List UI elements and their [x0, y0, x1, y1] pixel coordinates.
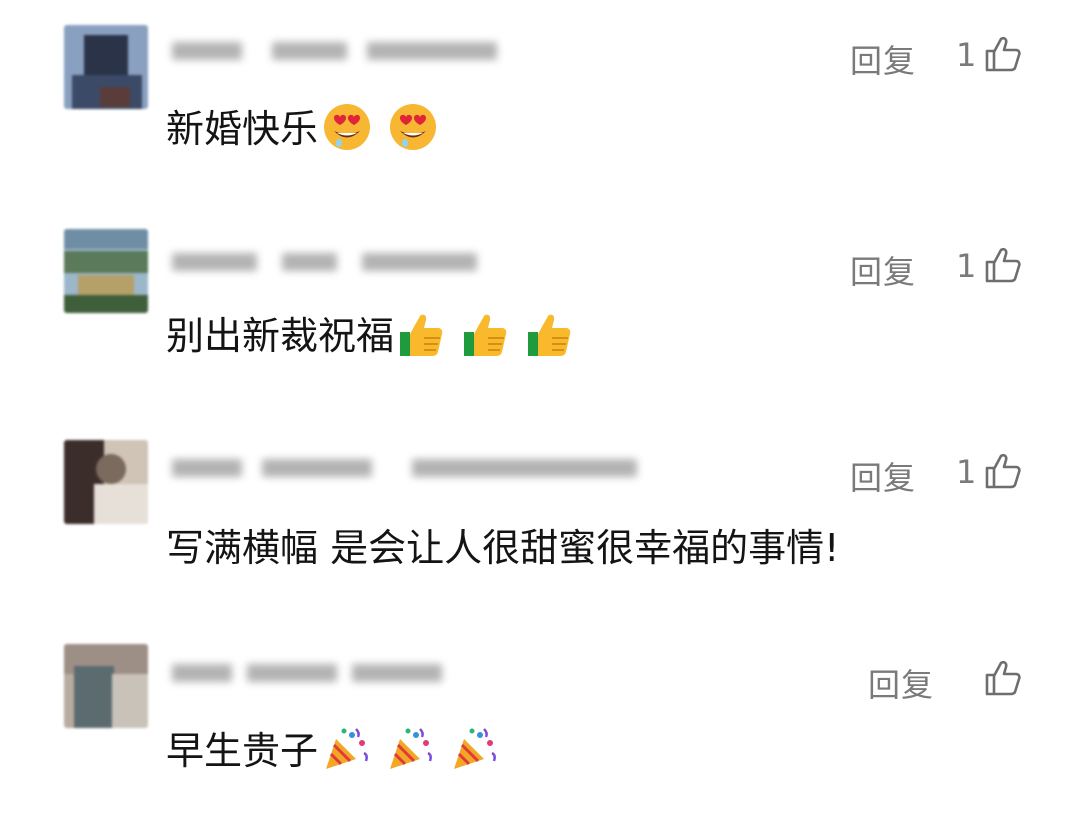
like-count: 1 [956, 36, 977, 74]
comment-text: 新婚快乐 [166, 98, 442, 161]
thumbs-up-icon[interactable] [983, 245, 1023, 285]
comment-item: 回复 早生贵子 [0, 620, 1080, 820]
reply-button[interactable]: 回复 [850, 36, 916, 82]
reply-button[interactable]: 回复 [850, 247, 916, 293]
comment-text-body: 写满横幅 是会让人很甜蜜很幸福的事情! [166, 526, 840, 570]
comment-text-body: 早生贵子 [166, 729, 319, 773]
comment-item: 回复 1 写满横幅 是会让人很甜蜜很幸福的事情! [0, 415, 1080, 615]
party-popper-emoji-icon [386, 725, 434, 782]
thumbs-up-emoji-icon [462, 310, 510, 367]
party-popper-emoji-icon [450, 725, 498, 782]
avatar[interactable] [64, 440, 148, 524]
comment-text-body: 新婚快乐 [166, 107, 319, 151]
avatar-image [64, 251, 148, 273]
comment-text-body: 别出新裁祝福 [166, 314, 395, 358]
comment-text: 写满横幅 是会让人很甜蜜很幸福的事情! [166, 517, 839, 572]
reply-button[interactable]: 回复 [850, 453, 916, 499]
avatar[interactable] [64, 644, 148, 728]
comment-text: 早生贵子 [166, 720, 502, 782]
thumbs-up-emoji-icon [526, 310, 574, 367]
avatar[interactable] [64, 229, 148, 313]
avatar-image [64, 229, 148, 249]
comment-text: 别出新裁祝福 [166, 305, 578, 367]
avatar-image [64, 295, 148, 313]
thumbs-up-emoji-icon [398, 310, 446, 367]
comment-item: 回复 1 新婚快乐 [0, 0, 1080, 200]
heart-eyes-emoji-icon [388, 102, 438, 161]
like-count: 1 [956, 247, 977, 285]
username-redacted[interactable] [172, 243, 502, 281]
avatar-image [96, 454, 126, 484]
avatar-image [78, 275, 134, 297]
thumbs-up-icon[interactable] [983, 34, 1023, 74]
username-redacted[interactable] [172, 654, 502, 692]
emoji-row [398, 310, 578, 367]
heart-eyes-emoji-icon [322, 102, 372, 161]
avatar-image [112, 674, 148, 728]
avatar[interactable] [64, 25, 148, 109]
emoji-row [322, 102, 442, 161]
thumbs-up-icon[interactable] [983, 658, 1023, 698]
avatar-image [74, 666, 114, 728]
username-redacted[interactable] [172, 32, 502, 70]
avatar-image [94, 484, 148, 524]
thumbs-up-icon[interactable] [983, 451, 1023, 491]
comment-item: 回复 1 别出新裁祝福 [0, 205, 1080, 405]
party-popper-emoji-icon [322, 725, 370, 782]
like-count: 1 [956, 453, 977, 491]
emoji-row [322, 725, 502, 782]
username-redacted[interactable] [172, 449, 642, 487]
avatar-image [100, 87, 130, 107]
reply-button[interactable]: 回复 [868, 660, 934, 706]
